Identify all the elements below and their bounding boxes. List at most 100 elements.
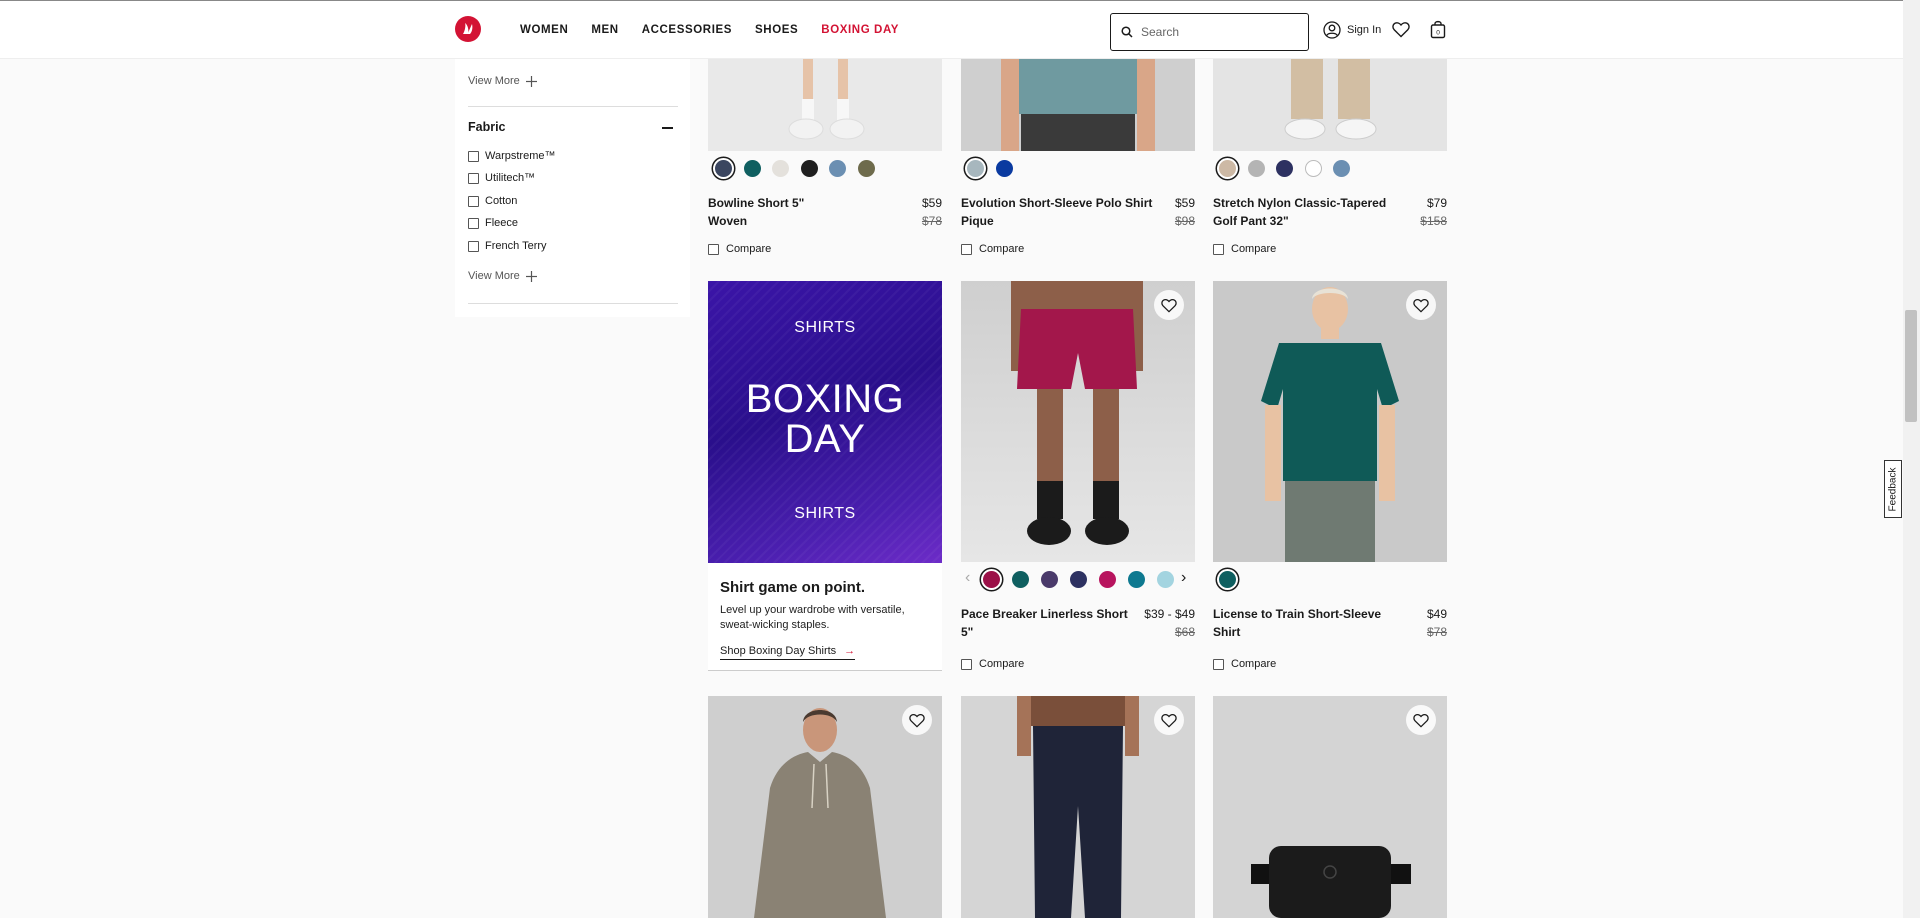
original-price: $68 <box>1174 625 1195 639</box>
product-name-evolution-polo[interactable]: Evolution Short-Sleeve Polo Shirt Pique <box>961 194 1161 230</box>
lululemon-logo[interactable] <box>455 16 481 42</box>
scrollbar-thumb[interactable] <box>1905 310 1917 422</box>
product-image-evolution-polo[interactable] <box>961 59 1195 151</box>
color-swatch[interactable] <box>1219 160 1236 177</box>
color-swatch[interactable] <box>1099 571 1116 588</box>
nav-women[interactable]: WOMEN <box>520 24 568 36</box>
product-name-pace-breaker[interactable]: Pace Breaker Linerless Short 5" <box>961 605 1131 641</box>
checkbox[interactable] <box>708 243 719 255</box>
color-swatch[interactable] <box>967 160 984 177</box>
color-swatch[interactable] <box>983 571 1000 588</box>
feedback-tab[interactable]: Feedback <box>1884 460 1902 518</box>
color-swatch[interactable] <box>857 160 875 177</box>
product-photo <box>961 59 1195 151</box>
product-image-bowline-short[interactable] <box>708 59 942 151</box>
checkbox[interactable] <box>468 172 479 184</box>
checkbox[interactable] <box>468 240 479 252</box>
name-line: Woven <box>708 214 748 228</box>
filter-option-french-terry[interactable]: French Terry <box>468 240 547 252</box>
search-input[interactable] <box>1141 25 1291 39</box>
product-image-golf-pant[interactable] <box>1213 59 1447 151</box>
product-price: $49 $78 <box>1392 605 1447 641</box>
page-scrollbar[interactable] <box>1903 0 1920 918</box>
chevron-right-icon[interactable]: › <box>1181 569 1186 587</box>
name-line: Pace Breaker Linerless Short <box>961 607 1128 621</box>
compare-checkbox[interactable]: Compare <box>1213 243 1276 255</box>
color-swatch[interactable] <box>1247 160 1265 177</box>
shop-boxing-day-shirts-link[interactable]: Shop Boxing Day Shirts → <box>720 645 856 660</box>
compare-checkbox[interactable]: Compare <box>1213 658 1276 670</box>
color-swatch[interactable] <box>772 160 789 177</box>
product-name-license-to-train[interactable]: License to Train Short-Sleeve Shirt <box>1213 605 1403 641</box>
wishlist-button[interactable] <box>1154 705 1184 735</box>
compare-checkbox[interactable]: Compare <box>708 243 771 255</box>
color-swatch[interactable] <box>1041 571 1058 588</box>
checkbox[interactable] <box>468 150 479 162</box>
product-name-golf-pant[interactable]: Stretch Nylon Classic-Tapered Golf Pant 3… <box>1213 194 1403 230</box>
color-swatch[interactable] <box>1304 160 1322 177</box>
color-swatch[interactable] <box>1276 160 1293 177</box>
search-box[interactable] <box>1110 13 1309 51</box>
checkbox[interactable] <box>961 243 972 255</box>
color-swatch[interactable] <box>829 160 846 177</box>
filter-option-fleece[interactable]: Fleece <box>468 217 518 229</box>
color-swatch[interactable] <box>1157 571 1174 588</box>
fabric-filter-title[interactable]: Fabric <box>468 120 506 134</box>
original-price: $78 <box>1426 625 1447 639</box>
heart-icon <box>1413 298 1429 313</box>
user-icon <box>1323 21 1341 39</box>
product-price: $59 $78 <box>880 194 942 230</box>
color-swatch[interactable] <box>715 160 732 177</box>
promo-link-label: Shop Boxing Day Shirts <box>720 645 837 657</box>
filter-label: Fleece <box>485 217 519 229</box>
color-swatch[interactable] <box>1070 571 1087 588</box>
checkbox[interactable] <box>1213 243 1224 255</box>
product-photo <box>961 281 1195 562</box>
sale-price: $59 <box>921 196 942 210</box>
checkbox[interactable] <box>1213 658 1224 670</box>
promo-description: Level up your wardrobe with versatile, s… <box>720 604 905 631</box>
product-image-pace-breaker[interactable] <box>961 281 1195 562</box>
checkbox[interactable] <box>468 195 479 207</box>
color-swatch[interactable] <box>800 160 818 177</box>
wishlist-button[interactable] <box>1392 21 1410 43</box>
chevron-left-icon[interactable]: ‹ <box>965 569 970 587</box>
wishlist-button[interactable] <box>1406 290 1436 320</box>
compare-checkbox[interactable]: Compare <box>961 243 1024 255</box>
nav-accessories[interactable]: ACCESSORIES <box>642 24 732 36</box>
color-swatch[interactable] <box>1012 571 1029 588</box>
compare-label: Compare <box>979 243 1025 255</box>
wishlist-button[interactable] <box>1154 290 1184 320</box>
color-swatch[interactable] <box>1219 571 1236 588</box>
nav-men[interactable]: MEN <box>591 24 618 36</box>
wishlist-button[interactable] <box>1406 705 1436 735</box>
divider <box>468 303 678 304</box>
compare-checkbox[interactable]: Compare <box>961 658 1024 670</box>
boxing-day-promo-banner[interactable]: SHIRTS BOXING DAY SHIRTS <box>708 281 942 563</box>
sign-in-link[interactable]: Sign In <box>1323 21 1381 39</box>
divider <box>468 106 678 107</box>
view-more-button[interactable]: View More <box>468 75 537 87</box>
shopping-bag-button[interactable]: 0 <box>1430 20 1446 44</box>
nav-shoes[interactable]: SHOES <box>755 24 798 36</box>
promo-big-text: BOXING DAY <box>708 379 942 459</box>
color-swatch[interactable] <box>1128 571 1145 588</box>
color-swatch[interactable] <box>995 160 1013 177</box>
filter-label: Utilitech™ <box>485 172 536 184</box>
color-swatch[interactable] <box>1333 160 1350 177</box>
product-name-bowline-short[interactable]: Bowline Short 5" Woven <box>708 194 868 230</box>
nav-boxing-day[interactable]: BOXING DAY <box>821 24 899 36</box>
product-image-license-to-train[interactable] <box>1213 281 1447 562</box>
collapse-minus-icon[interactable] <box>662 127 673 129</box>
checkbox[interactable] <box>961 658 972 670</box>
product-price: $79 $158 <box>1392 194 1447 230</box>
logo-icon <box>463 23 473 34</box>
filter-option-cotton[interactable]: Cotton <box>468 195 517 207</box>
name-line: Pique <box>961 214 994 228</box>
checkbox[interactable] <box>468 217 479 229</box>
wishlist-button[interactable] <box>902 705 932 735</box>
view-more-button[interactable]: View More <box>468 270 537 282</box>
filter-option-utilitech[interactable]: Utilitech™ <box>468 172 535 184</box>
color-swatch[interactable] <box>743 160 761 177</box>
filter-option-warpstreme[interactable]: Warpstreme™ <box>468 150 556 162</box>
